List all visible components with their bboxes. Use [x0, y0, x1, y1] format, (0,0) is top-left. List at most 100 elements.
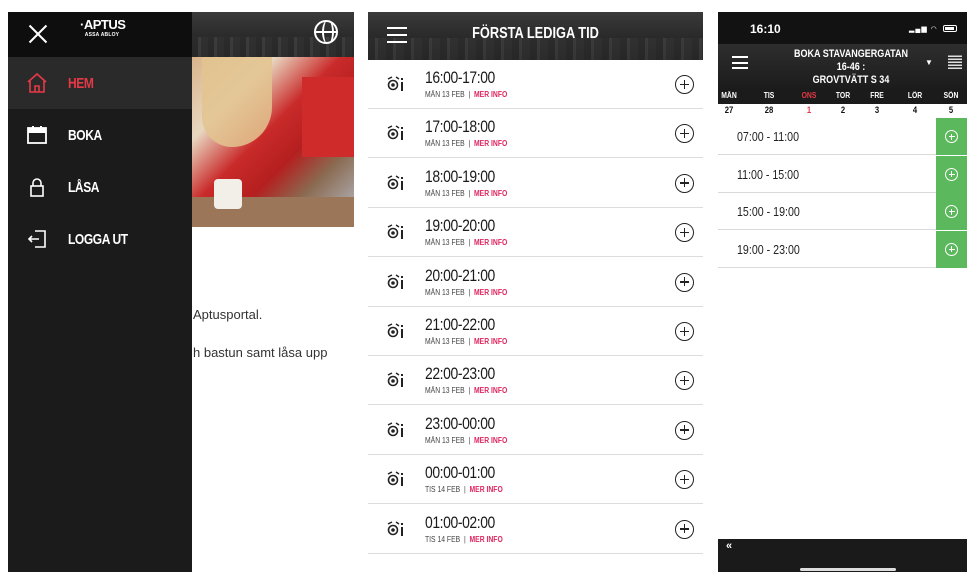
- laundry-machine-icon: [387, 471, 403, 487]
- laundry-machine-icon: [387, 323, 403, 338]
- slot-date: TIS 14 FEB: [425, 485, 461, 495]
- slot-row[interactable]: 22:00-23:00 MÅN 13 FEB | MER INFO: [368, 356, 703, 406]
- date-label[interactable]: 5: [938, 105, 964, 115]
- add-circle-icon[interactable]: [675, 519, 694, 539]
- slot-row[interactable]: 16:00-17:00 MÅN 13 FEB | MER INFO: [368, 60, 703, 109]
- add-circle-icon[interactable]: [675, 420, 694, 440]
- weekday-label[interactable]: FRE: [864, 91, 890, 100]
- weekday-label[interactable]: SÖN: [938, 91, 964, 100]
- photo-person: [202, 57, 272, 147]
- slot-subtitle: MÅN 13 FEB | MER INFO: [425, 189, 507, 198]
- more-info-link[interactable]: MER INFO: [474, 337, 507, 346]
- slot-row[interactable]: 17:00-18:00 MÅN 13 FEB | MER INFO: [368, 109, 703, 159]
- date-label[interactable]: 3: [864, 105, 890, 115]
- time-slot-row[interactable]: 11:00 - 15:00: [718, 155, 967, 193]
- laundry-machine-icon: [387, 76, 403, 91]
- more-info-link[interactable]: MER INFO: [474, 139, 507, 148]
- more-info-link[interactable]: MER INFO: [474, 189, 507, 198]
- add-circle-icon: [945, 242, 958, 256]
- date-row: 27 28 1 2 3 4 5: [718, 104, 967, 118]
- weekday-label[interactable]: ONS: [796, 91, 822, 100]
- add-circle-icon[interactable]: [675, 173, 694, 193]
- separator: |: [468, 188, 471, 198]
- weekday-label[interactable]: TOR: [830, 91, 856, 100]
- add-circle-icon[interactable]: [675, 322, 694, 341]
- add-circle-icon[interactable]: [675, 223, 694, 243]
- more-info-link[interactable]: MER INFO: [474, 238, 507, 247]
- time-slot-row[interactable]: 19:00 - 23:00: [718, 230, 967, 268]
- title-line-2: GROVTVÄTT S 34: [812, 74, 890, 86]
- add-circle-icon: [945, 205, 958, 218]
- book-slot-button[interactable]: [936, 193, 967, 230]
- menu-item-home[interactable]: HEM: [8, 57, 192, 109]
- date-label[interactable]: 2: [830, 105, 856, 115]
- add-circle-icon[interactable]: [675, 470, 694, 490]
- menu-item-book[interactable]: BOKA: [8, 109, 192, 161]
- more-info-link[interactable]: MER INFO: [469, 535, 502, 544]
- separator: |: [463, 485, 466, 495]
- laundry-machine-icon: [387, 224, 403, 240]
- page-title: BOKA STAVANGERGATAN 16-46 : GROVTVÄTT S …: [790, 48, 913, 87]
- more-info-link[interactable]: MER INFO: [474, 288, 507, 297]
- book-slot-button[interactable]: [936, 118, 967, 155]
- slot-row[interactable]: 20:00-21:00 MÅN 13 FEB | MER INFO: [368, 258, 703, 307]
- grid-view-icon[interactable]: [948, 55, 962, 69]
- logo-text: ·APTUS: [80, 17, 126, 32]
- slot-subtitle: TIS 14 FEB | MER INFO: [425, 535, 503, 544]
- slot-row[interactable]: 01:00-02:00 TIS 14 FEB | MER INFO: [368, 505, 703, 554]
- home-indicator: [800, 568, 896, 571]
- slot-row[interactable]: 18:00-19:00 MÅN 13 FEB | MER INFO: [368, 159, 703, 208]
- slot-subtitle: MÅN 13 FEB | MER INFO: [425, 238, 507, 247]
- menu-item-label: LÅSA: [68, 178, 100, 196]
- time-slot-row[interactable]: 07:00 - 11:00: [718, 118, 967, 155]
- date-label[interactable]: 27: [718, 105, 742, 115]
- slot-date: MÅN 13 FEB: [425, 287, 465, 297]
- menu-item-lock[interactable]: LÅSA: [8, 161, 192, 213]
- more-info-link[interactable]: MER INFO: [469, 485, 502, 494]
- date-label[interactable]: 1: [796, 105, 822, 115]
- weekday-label[interactable]: LÖR: [902, 91, 928, 100]
- hamburger-menu-icon[interactable]: [732, 56, 748, 69]
- lock-icon: [30, 178, 44, 197]
- close-icon[interactable]: [28, 24, 48, 44]
- separator: |: [468, 337, 471, 346]
- weekday-label[interactable]: TIS: [756, 91, 782, 100]
- separator: |: [468, 139, 471, 149]
- slot-row[interactable]: 00:00-01:00 TIS 14 FEB | MER INFO: [368, 455, 703, 505]
- menu-item-label: LOGGA UT: [68, 230, 128, 248]
- slot-row[interactable]: 19:00-20:00 MÅN 13 FEB | MER INFO: [368, 208, 703, 258]
- home-icon: [27, 72, 47, 93]
- title-line-1: BOKA STAVANGERGATAN 16-46 :: [793, 48, 909, 73]
- intro-text-line-1: Aptusportal.: [193, 307, 263, 322]
- time-slot-row[interactable]: 15:00 - 19:00: [718, 193, 967, 230]
- slot-time: 18:00-19:00: [425, 166, 495, 186]
- add-circle-icon[interactable]: [675, 272, 694, 292]
- date-label[interactable]: 28: [756, 105, 782, 115]
- battery-icon: [943, 25, 957, 32]
- book-slot-button[interactable]: [936, 155, 967, 193]
- back-button[interactable]: «: [726, 540, 732, 552]
- weekday-row: MÅN TIS ONS TOR FRE LÖR SÖN: [718, 88, 967, 104]
- add-circle-icon[interactable]: [675, 75, 694, 94]
- slot-row[interactable]: 23:00-00:00 MÅN 13 FEB | MER INFO: [368, 406, 703, 455]
- slot-date: TIS 14 FEB: [425, 534, 461, 544]
- more-info-link[interactable]: MER INFO: [474, 436, 507, 445]
- add-circle-icon[interactable]: [675, 124, 694, 144]
- slot-date: MÅN 13 FEB: [425, 90, 465, 99]
- slot-date: MÅN 13 FEB: [425, 139, 465, 149]
- slot-time: 19:00-20:00: [425, 216, 495, 236]
- more-info-link[interactable]: MER INFO: [474, 386, 507, 395]
- menu-item-label: BOKA: [68, 126, 102, 144]
- slot-row[interactable]: 21:00-22:00 MÅN 13 FEB | MER INFO: [368, 307, 703, 356]
- language-globe-icon[interactable]: [314, 20, 338, 44]
- add-circle-icon[interactable]: [675, 371, 694, 391]
- menu-item-logout[interactable]: LOGGA UT: [8, 213, 192, 265]
- chevron-down-icon[interactable]: ▼: [925, 58, 933, 67]
- more-info-link[interactable]: MER INFO: [474, 90, 507, 99]
- time-slot-label: 07:00 - 11:00: [737, 129, 800, 144]
- book-slot-button[interactable]: [936, 230, 967, 268]
- weekday-label[interactable]: MÅN: [718, 91, 742, 100]
- slot-subtitle: MÅN 13 FEB | MER INFO: [425, 288, 507, 297]
- first-available-screen: FÖRSTA LEDIGA TID 16:00-17:00 MÅN 13 FEB …: [368, 12, 703, 572]
- date-label[interactable]: 4: [902, 105, 928, 115]
